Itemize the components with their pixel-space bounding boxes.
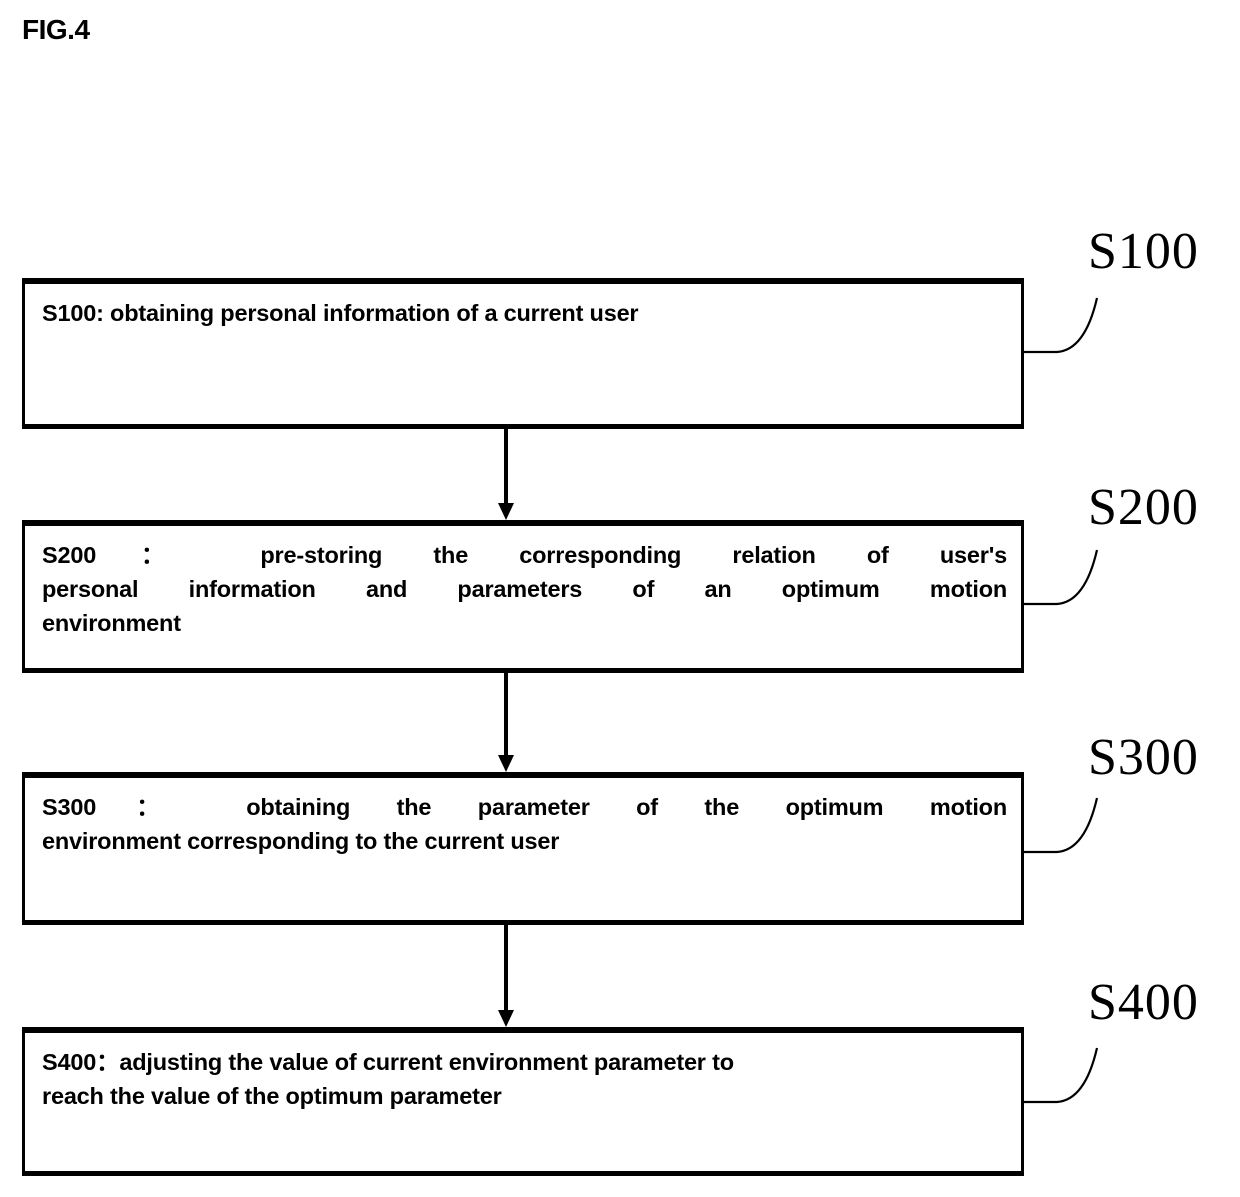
flow-step-line: S200： pre-storing the corresponding rela… <box>42 542 1007 568</box>
connector-stem <box>504 429 508 505</box>
flow-step-text-s300: S300： obtaining the parameter of the opt… <box>42 790 1007 858</box>
flow-step-box-s200: S200： pre-storing the corresponding rela… <box>22 520 1024 673</box>
connector-stem <box>504 673 508 757</box>
figure-title: FIG.4 <box>22 14 90 45</box>
connector-arrow-s100-to-s200 <box>498 429 514 520</box>
flow-step-line: reach the value of the optimum parameter <box>42 1083 502 1109</box>
connector-arrow-s200-to-s300 <box>498 673 514 772</box>
leader-line-s200 <box>1023 549 1099 606</box>
flow-step-line: environment <box>42 610 181 636</box>
patent-figure: FIG.4 S100: obtaining personal informati… <box>0 0 1240 1197</box>
leader-line-s100 <box>1023 297 1099 354</box>
leader-line-s300 <box>1023 797 1099 854</box>
arrowhead-down-icon <box>498 1010 514 1027</box>
connector-arrow-s300-to-s400 <box>498 925 514 1027</box>
arrowhead-down-icon <box>498 755 514 772</box>
flow-step-box-s300: S300： obtaining the parameter of the opt… <box>22 772 1024 925</box>
connector-stem <box>504 925 508 1012</box>
flow-step-text-s100: S100: obtaining personal information of … <box>42 296 1007 330</box>
step-reference-label-s200: S200 <box>1088 479 1199 536</box>
step-reference-label-s300: S300 <box>1088 729 1199 786</box>
flow-step-line: personal information and parameters of a… <box>42 576 1007 602</box>
flow-step-text-s200: S200： pre-storing the corresponding rela… <box>42 538 1007 640</box>
leader-line-s400 <box>1023 1047 1099 1104</box>
flow-step-box-s400: S400：adjusting the value of current envi… <box>22 1027 1024 1176</box>
step-reference-label-s100: S100 <box>1088 223 1199 280</box>
flow-step-box-s100: S100: obtaining personal information of … <box>22 278 1024 429</box>
flow-step-text-s400: S400：adjusting the value of current envi… <box>42 1045 1007 1113</box>
flow-step-line: environment corresponding to the current… <box>42 828 560 854</box>
flow-step-line: S100: obtaining personal information of … <box>42 300 639 326</box>
arrowhead-down-icon <box>498 503 514 520</box>
flow-step-line: S300： obtaining the parameter of the opt… <box>42 794 1007 820</box>
flow-step-line: S400：adjusting the value of current envi… <box>42 1049 734 1075</box>
step-reference-label-s400: S400 <box>1088 974 1199 1031</box>
